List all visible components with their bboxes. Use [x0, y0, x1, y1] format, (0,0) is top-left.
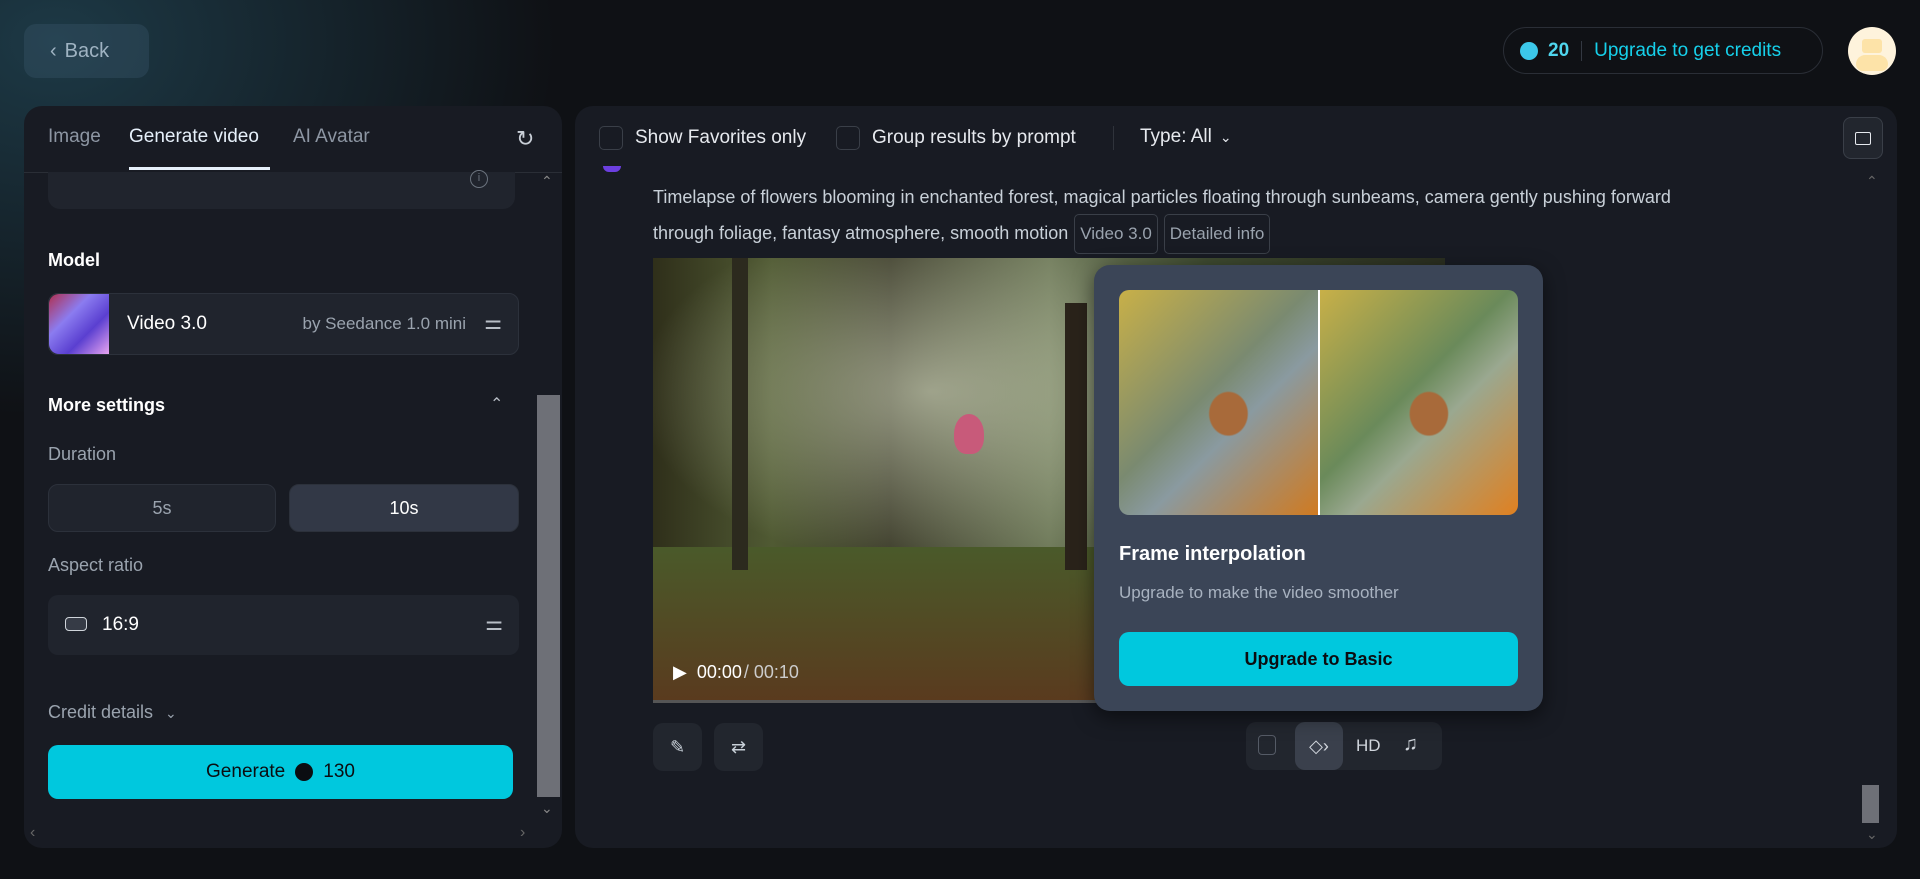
frame-interpolation-popup: Frame interpolation Upgrade to make the … [1094, 265, 1543, 711]
avatar-head [1862, 39, 1882, 53]
frame-interpolation-button[interactable]: ◇› [1295, 722, 1343, 770]
popup-subtitle: Upgrade to make the video smoother [1119, 583, 1399, 602]
music-icon[interactable]: ♫ [1403, 733, 1418, 756]
folder-button[interactable] [1843, 117, 1883, 159]
tree-trunk [1064, 302, 1087, 570]
extend-time-icon[interactable] [1258, 735, 1276, 755]
label: Type: All [1140, 126, 1212, 147]
edit-button[interactable]: ✎ [653, 723, 702, 771]
total-time: / 00:10 [743, 662, 799, 682]
regenerate-button[interactable]: ⇄ [714, 723, 763, 771]
prompt-input-bottom[interactable] [48, 172, 515, 209]
more-settings-heading[interactable]: More settings [48, 395, 165, 416]
flower [953, 413, 984, 454]
active-tab-indicator [129, 167, 270, 170]
checkbox[interactable] [599, 126, 623, 150]
divider [1581, 40, 1583, 61]
aspect-ratio-value: 16:9 [102, 614, 139, 635]
comparison-preview [1119, 290, 1518, 515]
hd-button[interactable]: HD [1356, 736, 1381, 756]
popup-title: Frame interpolation [1119, 543, 1306, 565]
tree-trunk [732, 258, 749, 570]
chevron-down-icon: ⌄ [1219, 128, 1232, 145]
scroll-down-arrow[interactable]: ⌄ [1866, 826, 1878, 843]
scroll-down-arrow[interactable]: ⌄ [541, 800, 553, 817]
video-toolbar: ◇› HD ♫ [1246, 722, 1442, 770]
model-name: Video 3.0 [127, 313, 207, 334]
generate-label: Generate [206, 761, 286, 782]
credit-icon [1520, 41, 1538, 60]
settings-panel [24, 106, 562, 848]
credits-pill[interactable]: 20 Upgrade to get credits [1503, 27, 1823, 74]
label: Show Favorites only [635, 127, 807, 148]
generate-cost: 130 [323, 761, 355, 782]
chevron-left-icon: ‹ [50, 39, 57, 62]
upgrade-to-basic-button[interactable]: Upgrade to Basic [1119, 632, 1518, 686]
duration-5s[interactable]: 5s [48, 484, 276, 532]
upgrade-link[interactable]: Upgrade to get credits [1594, 40, 1781, 62]
pencil-icon: ✎ [669, 736, 686, 757]
duration-10s[interactable]: 10s [289, 484, 519, 532]
folder-icon [1855, 131, 1871, 145]
avatar-body [1856, 55, 1888, 71]
model-provider: by Seedance 1.0 mini [302, 314, 467, 333]
group-by-prompt-checkbox[interactable]: Group results by prompt [836, 126, 1076, 150]
label: Group results by prompt [872, 127, 1076, 148]
sliders-icon[interactable]: ⚌ [484, 310, 502, 335]
tab-ai-avatar[interactable]: AI Avatar [293, 126, 370, 148]
aspect-rectangle-icon [65, 617, 87, 631]
scroll-up-arrow[interactable]: ⌃ [1866, 173, 1878, 190]
reset-icon[interactable]: ↻ [516, 126, 534, 152]
video-controls: ▶ 00:00 / 00:10 [673, 662, 799, 683]
aspect-ratio-label: Aspect ratio [48, 555, 144, 575]
preview-before [1119, 290, 1318, 515]
detailed-info-tag[interactable]: Detailed info [1163, 214, 1271, 254]
generate-button[interactable]: Generate 130 [48, 745, 513, 799]
model-selector[interactable]: Video 3.0 by Seedance 1.0 mini ⚌ [48, 293, 519, 355]
scroll-up-arrow[interactable]: ⌃ [541, 173, 553, 190]
left-scrollbar-thumb[interactable] [537, 395, 560, 797]
chevron-down-icon: ⌄ [165, 705, 177, 721]
repeat-icon: ⇄ [730, 736, 747, 757]
type-filter-dropdown[interactable]: Type: All ⌄ [1140, 126, 1232, 148]
prompt-text: Timelapse of flowers blooming in enchant… [653, 180, 1833, 254]
chevron-up-icon[interactable]: ⌃ [490, 394, 503, 414]
sliders-icon[interactable]: ⚌ [485, 611, 503, 636]
scroll-left-arrow[interactable]: ‹ [30, 824, 35, 842]
duration-label: Duration [48, 444, 117, 464]
credit-icon [295, 763, 314, 781]
tab-image[interactable]: Image [48, 126, 101, 148]
avatar[interactable] [1848, 27, 1896, 75]
right-scrollbar-thumb[interactable] [1862, 785, 1879, 823]
credit-details-toggle[interactable]: Credit details ⌄ [48, 702, 177, 723]
model-thumbnail [49, 294, 109, 354]
model-tag: Video 3.0 [1074, 214, 1158, 254]
checkbox[interactable] [836, 126, 860, 150]
back-button[interactable]: ‹ Back [24, 24, 149, 78]
prompt-line: through foliage, fantasy atmosphere, smo… [653, 223, 1069, 243]
divider [1113, 126, 1114, 150]
credit-count: 20 [1548, 39, 1570, 61]
scroll-right-arrow[interactable]: › [520, 824, 525, 842]
current-time: 00:00 [696, 662, 742, 682]
play-icon[interactable]: ▶ [673, 662, 687, 683]
preview-after [1319, 290, 1518, 515]
info-icon[interactable]: i [470, 170, 488, 188]
back-label: Back [64, 39, 110, 62]
tab-generate-video[interactable]: Generate video [129, 126, 259, 148]
aspect-ratio-selector[interactable]: 16:9 ⚌ [48, 595, 519, 655]
prompt-line: Timelapse of flowers blooming in enchant… [653, 187, 1671, 207]
show-favorites-checkbox[interactable]: Show Favorites only [599, 126, 806, 150]
interpolation-icon: ◇› [1309, 735, 1329, 756]
credit-details-label: Credit details [48, 702, 154, 722]
model-heading: Model [48, 250, 100, 270]
